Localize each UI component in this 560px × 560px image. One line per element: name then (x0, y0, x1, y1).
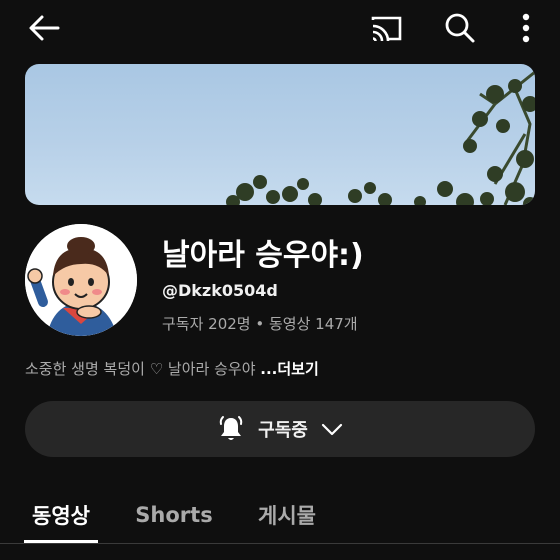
subscribed-label: 구독중 (258, 420, 308, 441)
avatar-cartoon-image (25, 224, 137, 336)
channel-handle: @Dkzk0504d (162, 281, 278, 300)
channel-tabs: 동영상 Shorts 게시물 (0, 488, 560, 544)
cast-button[interactable] (364, 10, 408, 46)
cast-icon (371, 16, 402, 42)
channel-banner (25, 64, 535, 205)
description-more-link[interactable]: ...더보기 (260, 360, 319, 378)
tab-shorts[interactable]: Shorts (132, 488, 216, 542)
channel-stats: 구독자 202명 • 동영상 147개 (162, 315, 358, 333)
banner-image (226, 70, 535, 205)
channel-name: 날아라 승우야:) (162, 238, 364, 273)
arrow-left-icon (29, 15, 60, 41)
tab-videos[interactable]: 동영상 (24, 488, 98, 542)
channel-avatar[interactable] (25, 224, 137, 336)
search-icon (445, 13, 475, 43)
back-button[interactable] (22, 10, 66, 46)
bell-ringing-icon (219, 416, 243, 440)
search-button[interactable] (438, 8, 482, 48)
tab-posts[interactable]: 게시물 (250, 488, 324, 542)
subscribed-button[interactable]: 구독중 (25, 401, 535, 457)
channel-description[interactable]: 소중한 생명 복덩이 ♡ 날아라 승우야 ...더보기 (25, 358, 319, 379)
more-options-button[interactable] (508, 8, 544, 48)
chevron-down-icon (321, 423, 342, 436)
description-text: 소중한 생명 복덩이 ♡ 날아라 승우야 (25, 360, 261, 378)
tabs-divider (0, 543, 560, 544)
more-vert-icon (522, 13, 530, 43)
top-app-bar (0, 0, 560, 56)
